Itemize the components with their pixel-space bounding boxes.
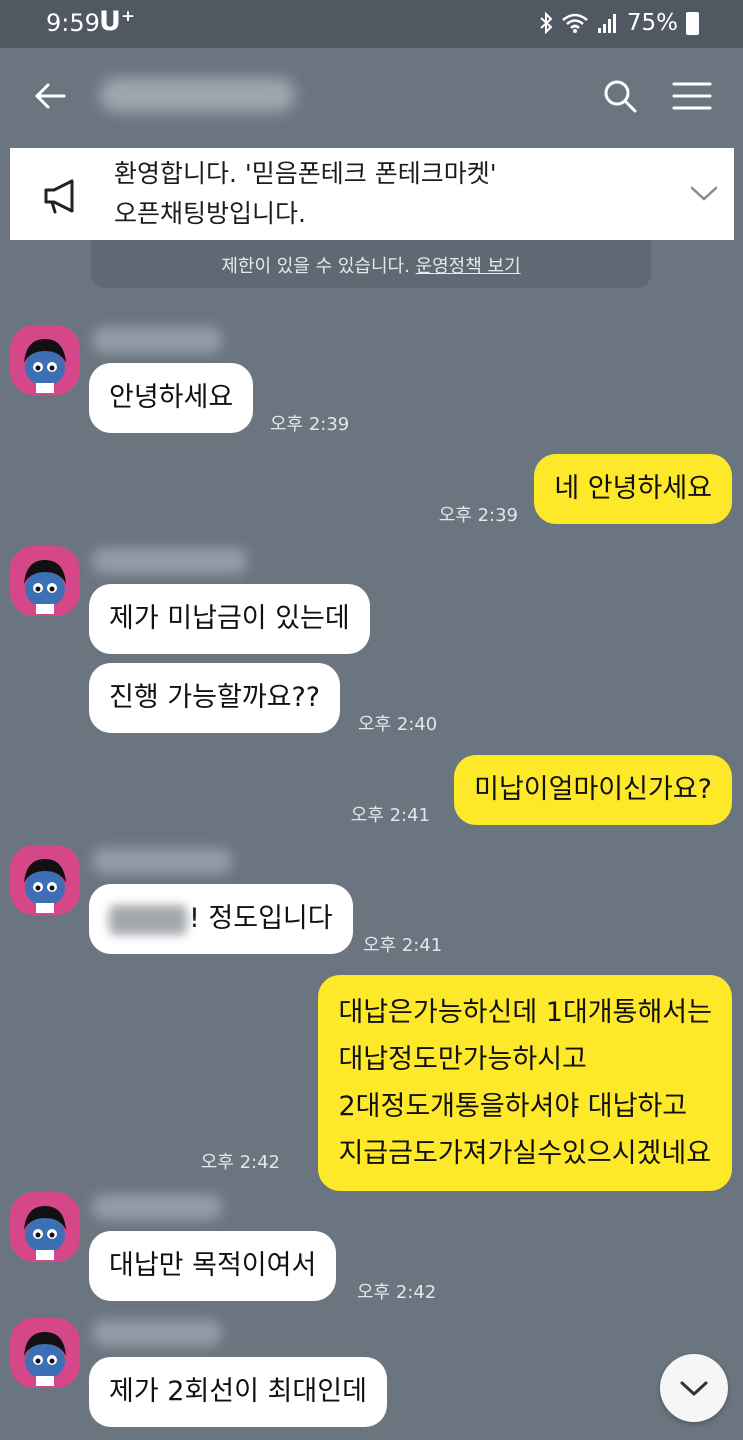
avatar-character-icon [24, 1332, 66, 1386]
announcement-line-2: 오픈채팅방입니다. [114, 199, 306, 228]
status-icons: 75% [539, 10, 699, 36]
announcement-text: 환영합니다. '믿음폰테크 폰테크마켓' 오픈채팅방입니다. [114, 154, 654, 234]
avatar[interactable] [10, 325, 80, 395]
chat-header [0, 48, 743, 144]
chevron-down-icon [680, 1381, 708, 1396]
my-message-bubble[interactable]: 대납은가능하신데 1대개통해서는 대납정도만가능하시고 2대정도개통을하셔야 대… [318, 975, 732, 1191]
message-bubble[interactable]: 제가 2회선이 최대인데 [89, 1357, 387, 1427]
policy-link[interactable]: 운영정책 보기 [416, 256, 521, 277]
message-line: 2대정도개통을하셔야 대납하고 [338, 1091, 688, 1122]
my-message-bubble[interactable]: 미납이얼마이신가요? [454, 755, 732, 825]
battery-icon [686, 11, 699, 35]
message-bubble[interactable]: 대납만 목적이여서 [89, 1231, 337, 1301]
message-time: 오후 2:40 [358, 714, 438, 735]
message-time: 오후 2:42 [357, 1282, 437, 1303]
message-time: 오후 2:39 [438, 505, 518, 526]
avatar[interactable] [10, 1192, 80, 1262]
scroll-to-bottom-button[interactable] [660, 1354, 728, 1422]
my-message-bubble[interactable]: 네 안녕하세요 [534, 454, 732, 524]
message-time: 오후 2:41 [350, 805, 430, 826]
message-bubble[interactable]: 안녕하세요 [89, 363, 254, 433]
status-time: 9:59 [46, 9, 100, 37]
sender-name-blurred [92, 327, 222, 353]
signal-icon [597, 14, 616, 33]
status-bar: 9:59 U⁺ 75% [0, 0, 743, 48]
battery-level: 75% [626, 10, 678, 36]
message-time: 오후 2:42 [200, 1152, 280, 1173]
bluetooth-icon [540, 12, 553, 34]
avatar-character-icon [24, 560, 66, 614]
megaphone-icon [44, 179, 74, 214]
avatar-character-icon [24, 859, 66, 913]
avatar-character-icon [24, 1206, 66, 1260]
policy-notice-text: 제한이 있을 수 있습니다. [221, 256, 410, 277]
sender-name-blurred [92, 848, 232, 874]
avatar-character-icon [24, 339, 66, 393]
avatar[interactable] [10, 546, 80, 616]
hamburger-menu-icon[interactable] [670, 78, 714, 114]
sender-name-blurred [92, 1194, 222, 1220]
avatar[interactable] [10, 1318, 80, 1388]
carrier-label: U⁺ [99, 6, 136, 37]
message-line: 지급금도가져가실수있으시겠네요 [338, 1138, 712, 1169]
chevron-down-icon[interactable] [686, 178, 722, 208]
announcement-banner[interactable]: 환영합니다. '믿음폰테크 폰테크마켓' 오픈채팅방입니다. [10, 148, 734, 240]
sender-name-blurred [92, 548, 247, 574]
message-bubble[interactable]: 제가 미납금이 있는데 [89, 584, 370, 654]
sender-name-blurred [92, 1320, 222, 1346]
back-arrow-icon[interactable] [30, 76, 70, 116]
message-time: 오후 2:41 [363, 935, 443, 956]
message-time: 오후 2:39 [270, 414, 350, 435]
announcement-line-1: 환영합니다. '믿음폰테크 폰테크마켓' [114, 159, 497, 188]
wifi-icon [562, 13, 588, 33]
message-line: 대납은가능하신데 1대개통해서는 [338, 997, 712, 1028]
chat-room-title-blurred [100, 78, 295, 112]
message-text: ! 정도입니다 [189, 903, 333, 934]
message-bubble[interactable]: ! 정도입니다 [89, 884, 353, 954]
message-line: 대납정도만가능하시고 [338, 1044, 587, 1075]
avatar[interactable] [10, 845, 80, 915]
message-bubble[interactable]: 진행 가능할까요?? [89, 663, 341, 733]
blurred-amount [109, 904, 187, 935]
search-icon[interactable] [600, 76, 640, 116]
